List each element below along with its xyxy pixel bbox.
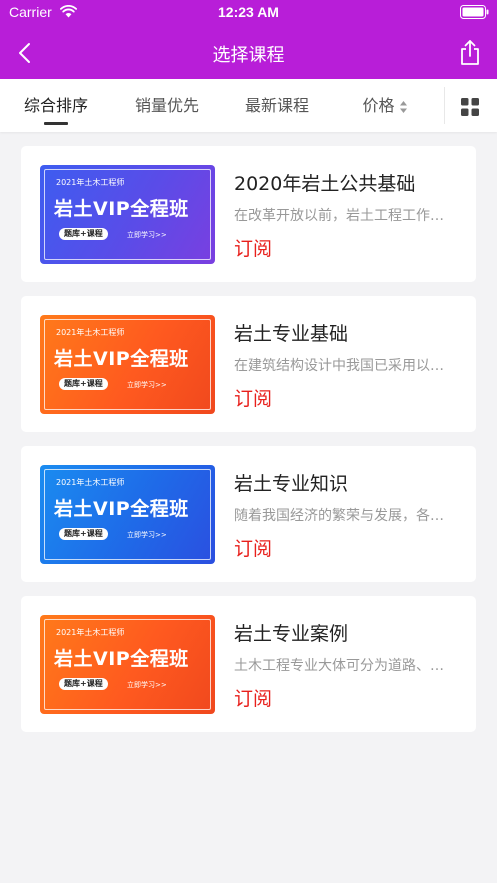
banner-tag: 题库+课程 <box>59 528 108 540</box>
banner-title-text: 岩土VIP全程班 <box>54 198 189 220</box>
banner-link-text: 立即学习>> <box>127 231 167 239</box>
banner-year-text: 2021年土木工程师 <box>56 478 125 487</box>
active-tab-indicator <box>44 122 68 125</box>
course-title: 岩土专业基础 <box>234 323 349 345</box>
banner-year-text: 2021年土木工程师 <box>56 628 125 637</box>
battery-icon <box>460 5 489 19</box>
status-time: 12:23 AM <box>218 4 279 20</box>
sort-tab-price-label: 价格 <box>362 96 395 115</box>
course-banner-image: 2021年土木工程师 岩土VIP全程班 题库+课程 立即学习>> <box>40 315 215 414</box>
sort-divider <box>444 87 445 124</box>
banner-tag: 题库+课程 <box>59 678 108 690</box>
banner-tag: 题库+课程 <box>59 378 108 390</box>
course-banner-image: 2021年土木工程师 岩土VIP全程班 题库+课程 立即学习>> <box>40 615 215 714</box>
subscribe-button[interactable]: 订阅 <box>234 534 272 561</box>
subscribe-button[interactable]: 订阅 <box>234 234 272 261</box>
banner-year-text: 2021年土木工程师 <box>56 178 125 187</box>
course-card[interactable]: 2021年土木工程师 岩土VIP全程班 题库+课程 立即学习>> 2020年岩土… <box>21 146 476 282</box>
course-description: 在改革开放以前，岩土工程工作内容 <box>234 208 456 224</box>
course-title: 岩土专业知识 <box>234 473 349 495</box>
course-card[interactable]: 2021年土木工程师 岩土VIP全程班 题库+课程 立即学习>> 岩土专业基础 … <box>21 296 476 432</box>
banner-title-text: 岩土VIP全程班 <box>54 498 189 520</box>
subscribe-button[interactable]: 订阅 <box>234 384 272 411</box>
sort-bar: 综合排序 销量优先 最新课程 价格 <box>0 79 497 132</box>
status-bar: Carrier 12:23 AM <box>0 0 497 26</box>
course-description: 随着我国经济的繁荣与发展，各种建 <box>234 508 456 524</box>
page-title: 选择课程 <box>212 45 285 66</box>
sort-tab-price[interactable]: 价格 <box>345 79 425 132</box>
course-description: 土木工程专业大体可分为道路、桥梁 <box>234 658 456 674</box>
sort-arrows-icon <box>399 100 407 113</box>
banner-link-text: 立即学习>> <box>127 681 167 689</box>
sort-tab-newest[interactable]: 最新课程 <box>232 79 322 132</box>
subscribe-button[interactable]: 订阅 <box>234 684 272 711</box>
banner-link-text: 立即学习>> <box>127 381 167 389</box>
course-title: 2020年岩土公共基础 <box>234 173 416 195</box>
banner-title-text: 岩土VIP全程班 <box>54 348 189 370</box>
share-button[interactable] <box>455 38 485 68</box>
header: Carrier 12:23 AM 选择课程 <box>0 0 497 79</box>
course-banner-image: 2021年土木工程师 岩土VIP全程班 题库+课程 立即学习>> <box>40 165 215 264</box>
nav-bar: 选择课程 <box>0 26 497 79</box>
course-card[interactable]: 2021年土木工程师 岩土VIP全程班 题库+课程 立即学习>> 岩土专业知识 … <box>21 446 476 582</box>
banner-tag: 题库+课程 <box>59 228 108 240</box>
banner-title-text: 岩土VIP全程班 <box>54 648 189 670</box>
sort-tab-sales[interactable]: 销量优先 <box>122 79 212 132</box>
course-title: 岩土专业案例 <box>234 623 349 645</box>
grid-view-button[interactable] <box>459 96 481 118</box>
banner-year-text: 2021年土木工程师 <box>56 328 125 337</box>
banner-link-text: 立即学习>> <box>127 531 167 539</box>
course-description: 在建筑结构设计中我国已采用以概率 <box>234 358 456 374</box>
course-card[interactable]: 2021年土木工程师 岩土VIP全程班 题库+课程 立即学习>> 岩土专业案例 … <box>21 596 476 732</box>
course-banner-image: 2021年土木工程师 岩土VIP全程班 题库+课程 立即学习>> <box>40 465 215 564</box>
